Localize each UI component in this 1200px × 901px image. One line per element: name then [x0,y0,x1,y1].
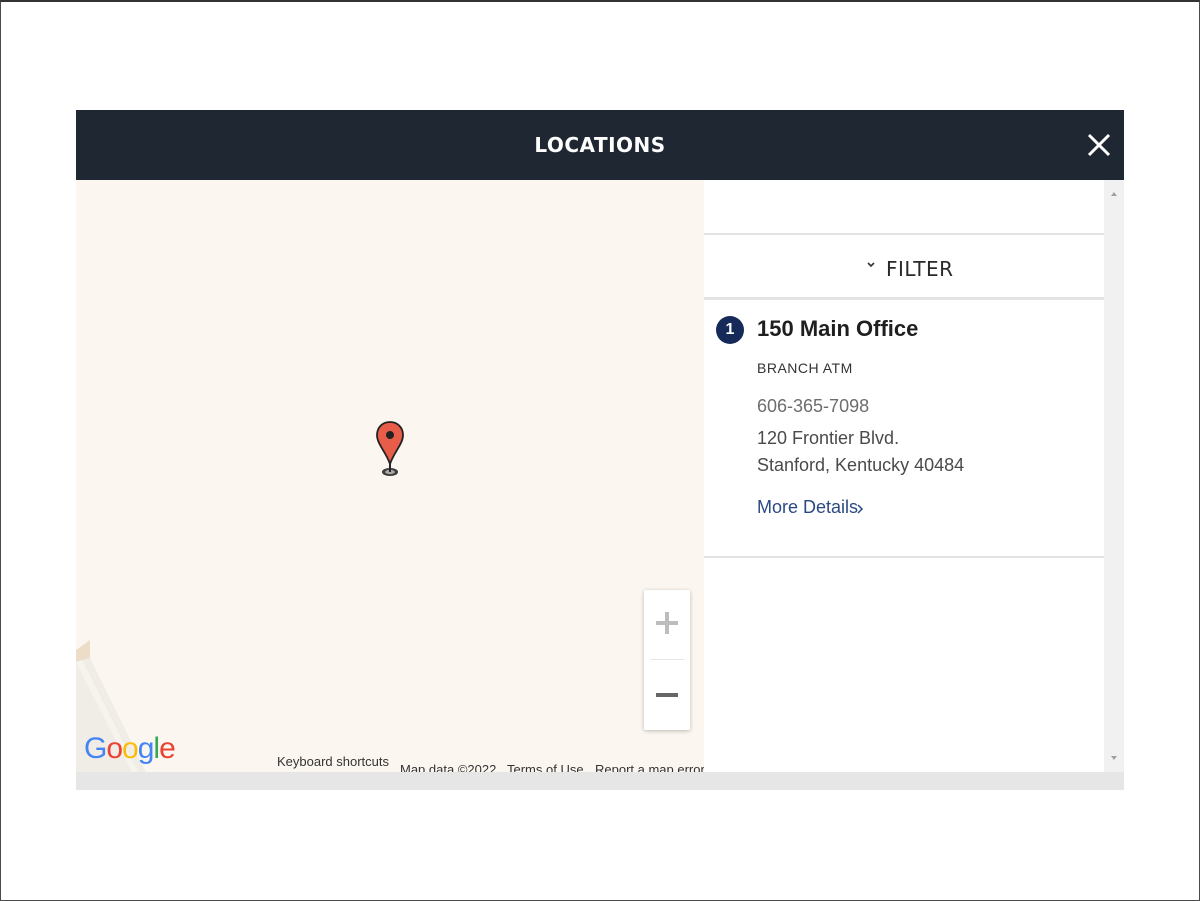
location-phone-link[interactable]: 606-365-7098 [757,396,869,417]
location-address-line2: Stanford, Kentucky 40484 [757,455,965,475]
location-number-badge: 1 [716,316,744,344]
filter-toggle-button[interactable]: FILTER [704,235,1104,300]
location-list-item: 1 150 Main Office BRANCH ATM 606-365-709… [704,300,1104,558]
zoom-divider [650,659,684,660]
terms-of-use-link[interactable]: Terms of Use [507,762,584,772]
location-name[interactable]: 150 Main Office [757,316,918,342]
chevron-down-icon [867,262,875,268]
google-logo-letter: o [106,732,123,765]
zoom-in-button[interactable] [644,590,690,656]
locations-modal: LOCATIONS Google Keyboard shortcuts Map … [76,110,1124,790]
modal-header: LOCATIONS [76,110,1124,180]
google-logo-letter: e [159,732,176,765]
map-zoom-controls [644,590,690,730]
plus-icon [656,612,678,634]
panel-scrollbar[interactable] [1104,180,1124,772]
minus-icon [656,693,678,697]
locations-list-panel: FILTER 1 150 Main Office BRANCH ATM 606-… [704,180,1104,772]
more-details-link[interactable]: More Details [757,497,858,518]
chevron-right-icon [857,504,864,514]
map-data-attribution: Map data ©2022 [400,762,497,772]
zoom-out-button[interactable] [644,662,690,728]
map-marker-pin[interactable] [376,420,404,482]
google-logo-letter: G [84,732,107,765]
keyboard-shortcuts-link[interactable]: Keyboard shortcuts [277,754,389,769]
close-icon [1087,133,1111,157]
panel-top-spacer [704,180,1104,235]
report-map-error-link[interactable]: Report a map error [595,762,704,772]
location-type-tags: BRANCH ATM [757,360,853,376]
modal-title: LOCATIONS [534,133,666,157]
google-logo: Google [84,732,176,766]
location-address-line1: 120 Frontier Blvd. [757,428,900,448]
scroll-down-arrow-icon [1111,756,1117,760]
location-pin-icon [376,421,404,476]
scroll-down-button[interactable] [1104,750,1124,766]
scroll-up-button[interactable] [1104,186,1124,202]
modal-bottom-scrollbar [76,772,1124,790]
google-logo-letter: o [122,732,139,765]
scroll-up-arrow-icon [1111,192,1117,196]
map-canvas[interactable]: Google Keyboard shortcuts Map data ©2022… [76,180,704,772]
google-logo-letter: g [137,732,155,765]
close-button[interactable] [1084,128,1114,162]
filter-label: FILTER [886,257,954,281]
